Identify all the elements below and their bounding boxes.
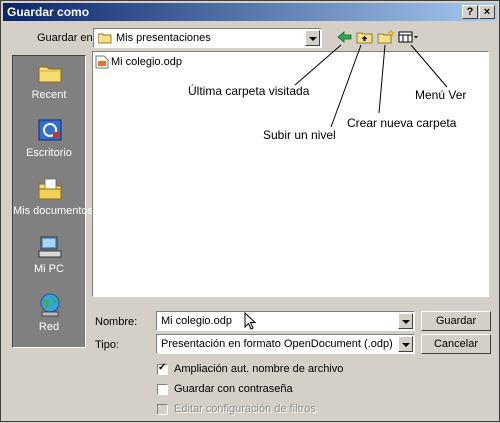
file-name-value: Mi colegio.odp <box>161 315 232 327</box>
save-with-password-checkbox[interactable] <box>157 384 168 395</box>
edit-filter-settings-label: Editar configuración de filtros <box>174 403 316 415</box>
save-as-dialog: Guardar como ? × Guardar en: Mis present… <box>0 0 500 422</box>
type-label: Tipo: <box>95 339 120 351</box>
mouse-cursor-icon <box>244 312 257 330</box>
save-with-password-label: Guardar con contraseña <box>174 383 293 395</box>
name-label: Nombre: <box>95 316 138 328</box>
auto-extension-checkbox[interactable] <box>157 362 168 375</box>
file-type-dropdown[interactable]: Presentación en formato OpenDocument (.o… <box>156 334 415 354</box>
file-type-value: Presentación en formato OpenDocument (.o… <box>161 338 393 350</box>
file-type-dropdown-arrow[interactable] <box>398 336 413 352</box>
save-button[interactable]: Guardar <box>421 311 491 331</box>
auto-extension-label: Ampliación aut. nombre de archivo <box>174 363 344 375</box>
edit-filter-settings-checkbox <box>157 404 168 415</box>
cancel-button[interactable]: Cancelar <box>421 334 491 354</box>
file-name-dropdown-arrow[interactable] <box>398 313 413 329</box>
annotation-lines <box>294 44 448 128</box>
file-name-input[interactable]: Mi colegio.odp <box>156 311 415 331</box>
